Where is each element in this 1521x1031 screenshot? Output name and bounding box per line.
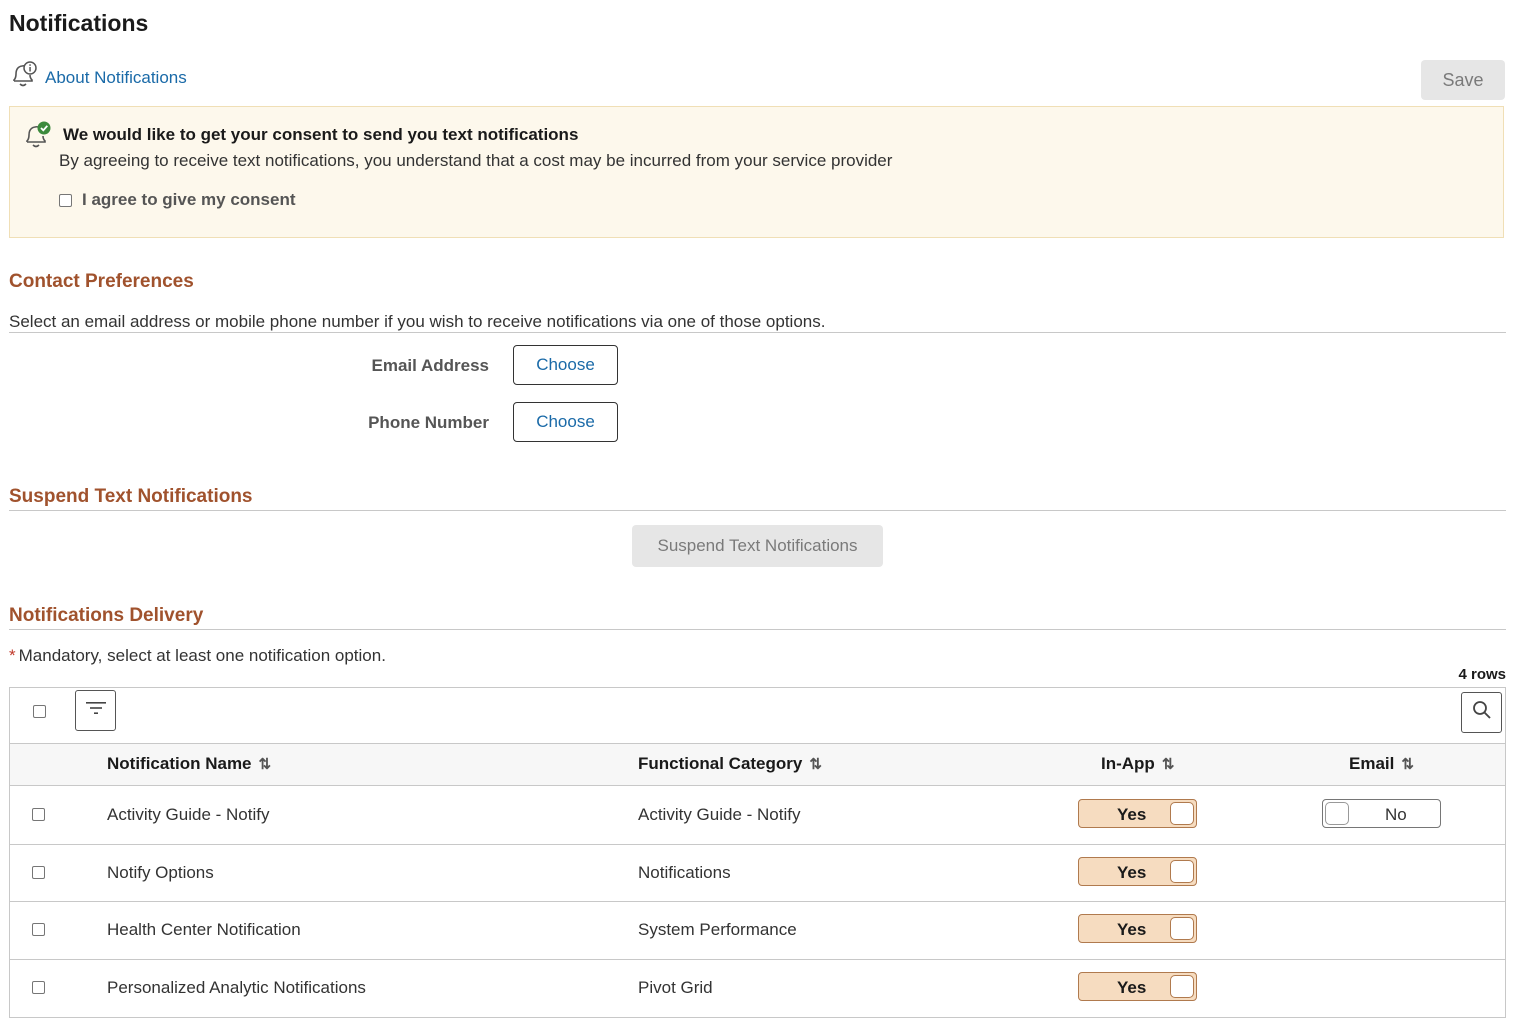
functional-category: Activity Guide - Notify <box>638 805 801 824</box>
column-email[interactable]: Email ⇅ <box>1349 754 1414 774</box>
consent-title: We would like to get your consent to sen… <box>63 125 579 144</box>
in-app-toggle[interactable]: Yes <box>1078 799 1197 828</box>
notification-name: Health Center Notification <box>107 920 301 939</box>
sort-icon[interactable]: ⇅ <box>259 755 272 773</box>
table-row: Health Center Notification System Perfor… <box>10 902 1505 960</box>
toggle-label: Yes <box>1117 863 1147 882</box>
consent-panel: We would like to get your consent to sen… <box>9 106 1504 238</box>
notification-name: Activity Guide - Notify <box>107 805 270 824</box>
grid-header: Notification Name ⇅ Functional Category ⇅ … <box>10 743 1505 786</box>
notification-name: Notify Options <box>107 863 214 882</box>
sort-icon[interactable]: ⇅ <box>1162 755 1175 773</box>
page-title: Notifications <box>9 10 149 36</box>
toggle-knob <box>1325 802 1349 825</box>
column-label: Functional Category <box>638 754 803 773</box>
functional-category: System Performance <box>638 920 797 939</box>
about-notifications[interactable]: About Notifications <box>10 60 187 95</box>
suspend-text-notifications-button[interactable]: Suspend Text Notifications <box>632 525 883 567</box>
filter-icon <box>85 700 106 721</box>
column-label: Email <box>1349 754 1395 773</box>
contact-preferences-title: Contact Preferences <box>9 271 194 292</box>
table-row: Personalized Analytic Notifications Pivo… <box>10 960 1505 1017</box>
consent-text: By agreeing to receive text notification… <box>59 151 893 170</box>
divider <box>9 332 1506 333</box>
bell-info-icon <box>10 60 38 95</box>
toggle-label: Yes <box>1117 920 1147 939</box>
consent-checkbox-row[interactable]: I agree to give my consent <box>59 190 296 210</box>
row-checkbox[interactable] <box>32 866 45 879</box>
save-button[interactable]: Save <box>1421 60 1505 100</box>
sort-icon[interactable]: ⇅ <box>1401 755 1414 773</box>
row-checkbox[interactable] <box>32 808 45 821</box>
toggle-knob <box>1170 802 1194 825</box>
phone-number-label: Phone Number <box>368 413 489 432</box>
search-button[interactable] <box>1461 692 1502 733</box>
mandatory-text: Mandatory, select at least one notificat… <box>18 646 386 665</box>
table-row: Activity Guide - Notify Activity Guide -… <box>10 786 1505 845</box>
row-checkbox[interactable] <box>32 981 45 994</box>
consent-checkbox-label[interactable]: I agree to give my consent <box>82 190 296 210</box>
toggle-knob <box>1170 975 1194 998</box>
choose-email-button[interactable]: Choose <box>513 345 618 385</box>
toggle-label: Yes <box>1117 978 1147 997</box>
email-toggle[interactable]: No <box>1322 799 1441 828</box>
column-label: Notification Name <box>107 754 252 773</box>
suspend-title: Suspend Text Notifications <box>9 486 253 507</box>
divider <box>9 629 1506 630</box>
toggle-knob <box>1170 917 1194 940</box>
select-all-checkbox[interactable] <box>33 705 46 718</box>
email-address-label: Email Address <box>371 356 489 375</box>
in-app-toggle[interactable]: Yes <box>1078 914 1197 943</box>
sort-icon[interactable]: ⇅ <box>809 755 822 773</box>
mandatory-note: * Mandatory, select at least one notifica… <box>9 646 386 666</box>
column-label: In-App <box>1101 754 1155 773</box>
notifications-grid: Notification Name ⇅ Functional Category ⇅ … <box>9 687 1506 1018</box>
row-checkbox[interactable] <box>32 923 45 936</box>
filter-button[interactable] <box>75 690 116 731</box>
choose-phone-button[interactable]: Choose <box>513 402 618 442</box>
functional-category: Notifications <box>638 863 731 882</box>
search-icon <box>1472 700 1492 725</box>
column-notification-name[interactable]: Notification Name ⇅ <box>107 754 271 774</box>
about-notifications-link[interactable]: About Notifications <box>45 68 187 88</box>
column-functional-category[interactable]: Functional Category ⇅ <box>638 754 822 774</box>
table-row: Notify Options Notifications Yes <box>10 845 1505 902</box>
consent-checkbox[interactable] <box>59 193 72 207</box>
divider <box>9 510 1506 511</box>
toggle-label: Yes <box>1117 805 1147 824</box>
mandatory-star: * <box>9 646 16 665</box>
toggle-label: No <box>1385 805 1407 824</box>
delivery-title: Notifications Delivery <box>9 605 204 626</box>
grid-toolbar <box>10 688 1505 743</box>
contact-preferences-hint: Select an email address or mobile phone … <box>9 312 826 331</box>
toggle-knob <box>1170 860 1194 883</box>
column-in-app[interactable]: In-App ⇅ <box>1101 754 1174 774</box>
notification-name: Personalized Analytic Notifications <box>107 978 366 997</box>
functional-category: Pivot Grid <box>638 978 713 997</box>
in-app-toggle[interactable]: Yes <box>1078 857 1197 886</box>
bell-check-icon <box>23 119 53 156</box>
in-app-toggle[interactable]: Yes <box>1078 972 1197 1001</box>
rows-count: 4 rows <box>1458 666 1506 683</box>
